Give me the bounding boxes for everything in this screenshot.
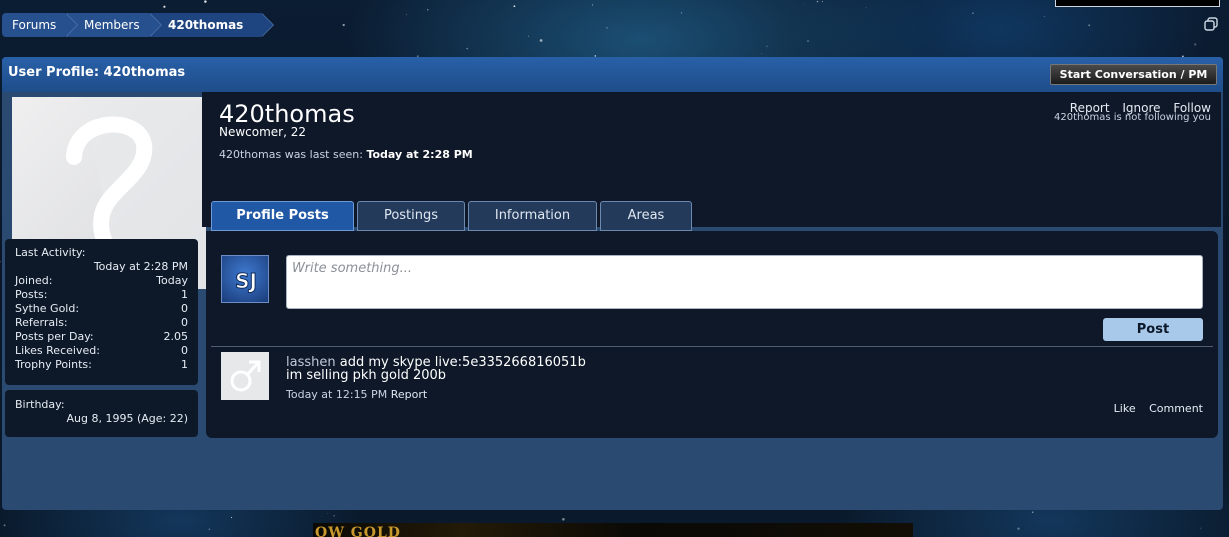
my-avatar[interactable]: SJ: [221, 255, 269, 303]
tab-content: SJ Write something... Post lasshen add m…: [206, 231, 1218, 438]
birthday-label-row: Birthday:: [15, 398, 188, 412]
stat-label: Sythe Gold:: [15, 302, 80, 315]
stat-label: Last Activity:: [15, 246, 86, 259]
ad-banner[interactable]: OW GOLD: [313, 523, 913, 537]
birthday-box: Birthday: Aug 8, 1995 (Age: 22): [5, 390, 198, 437]
birthday-value-row: Aug 8, 1995 (Age: 22): [15, 412, 188, 426]
breadcrumb-forums[interactable]: Forums: [2, 13, 78, 37]
profile-header: 420thomas Newcomer, 22 420thomas was las…: [202, 92, 1221, 227]
avatar-initials: SJ: [235, 269, 257, 293]
stat-last-activity-value-row: Today at 2:28 PM: [15, 260, 188, 274]
stat-row: Likes Received: 0: [15, 344, 188, 358]
stat-value: 0: [181, 344, 188, 357]
breadcrumb-members[interactable]: Members: [66, 13, 162, 37]
username: 420thomas: [219, 100, 355, 128]
status-textarea[interactable]: Write something...: [286, 255, 1203, 309]
follow-status: 420thomas is not following you: [1054, 112, 1211, 123]
comment-link[interactable]: Comment: [1149, 402, 1203, 415]
tab-profile-posts[interactable]: Profile Posts: [211, 201, 354, 231]
tab-areas[interactable]: Areas: [600, 201, 692, 231]
last-seen: 420thomas was last seen: Today at 2:28 P…: [219, 148, 473, 161]
stat-row: Posts: 1: [15, 288, 188, 302]
last-seen-label: 420thomas was last seen:: [219, 148, 363, 161]
stat-row: Trophy Points: 1: [15, 358, 188, 372]
last-seen-value: Today at 2:28 PM: [366, 148, 473, 161]
post-text-line2: im selling pkh gold 200b: [286, 368, 447, 383]
post-report-link[interactable]: Report: [391, 388, 427, 401]
birthday-value: Aug 8, 1995 (Age: 22): [66, 412, 188, 425]
stat-label[interactable]: Trophy Points:: [15, 358, 92, 372]
page-title: User Profile: 420thomas: [8, 65, 186, 80]
male-symbol-icon: [230, 360, 261, 392]
restore-window-icon[interactable]: [1204, 17, 1218, 34]
breadcrumb-current[interactable]: 420thomas: [150, 13, 275, 37]
stat-value: 0: [181, 316, 188, 329]
banner-text: OW GOLD: [315, 525, 401, 537]
tab-information[interactable]: Information: [468, 201, 597, 231]
stat-value: Today at 2:28 PM: [93, 260, 188, 273]
post-meta: Today at 12:15 PM Report: [286, 388, 427, 401]
start-conversation-button[interactable]: Start Conversation / PM: [1050, 64, 1217, 85]
post-time[interactable]: Today at 12:15 PM: [286, 388, 387, 401]
stat-row: Sythe Gold: 0: [15, 302, 188, 316]
panel-header: User Profile: 420thomas Start Conversati…: [2, 57, 1223, 92]
stat-label: Posts per Day:: [15, 330, 94, 343]
top-search-box[interactable]: [1055, 0, 1220, 7]
stat-value[interactable]: 1: [181, 358, 188, 372]
stat-label: Referrals:: [15, 316, 68, 329]
post-button[interactable]: Post: [1103, 318, 1203, 341]
stat-row: Referrals: 0: [15, 316, 188, 330]
birthday-label: Birthday:: [15, 398, 65, 411]
breadcrumb: Forums Members 420thomas: [2, 13, 275, 37]
post-message: lasshen add my skype live:5e335266816051…: [286, 356, 586, 382]
tab-postings[interactable]: Postings: [357, 201, 465, 231]
divider: [211, 346, 1213, 347]
poster-avatar[interactable]: [221, 352, 269, 400]
stat-label[interactable]: Posts:: [15, 288, 47, 302]
like-link[interactable]: Like: [1114, 402, 1136, 415]
stat-value[interactable]: 1: [181, 288, 188, 302]
stats-box: Last Activity: Today at 2:28 PM Joined: T…: [5, 239, 198, 385]
sj-logo-icon: SJ: [235, 269, 258, 294]
user-title: Newcomer, 22: [219, 125, 307, 139]
stat-value: 0: [181, 302, 188, 315]
stat-value: Today: [156, 274, 188, 287]
stat-label: Likes Received:: [15, 344, 100, 357]
stat-row: Joined: Today: [15, 274, 188, 288]
stat-value: 2.05: [163, 330, 189, 343]
stat-row: Posts per Day: 2.05: [15, 330, 188, 344]
stat-label: Joined:: [15, 274, 53, 287]
post-actions: Like Comment: [1104, 402, 1203, 415]
stat-last-activity: Last Activity:: [15, 246, 188, 260]
